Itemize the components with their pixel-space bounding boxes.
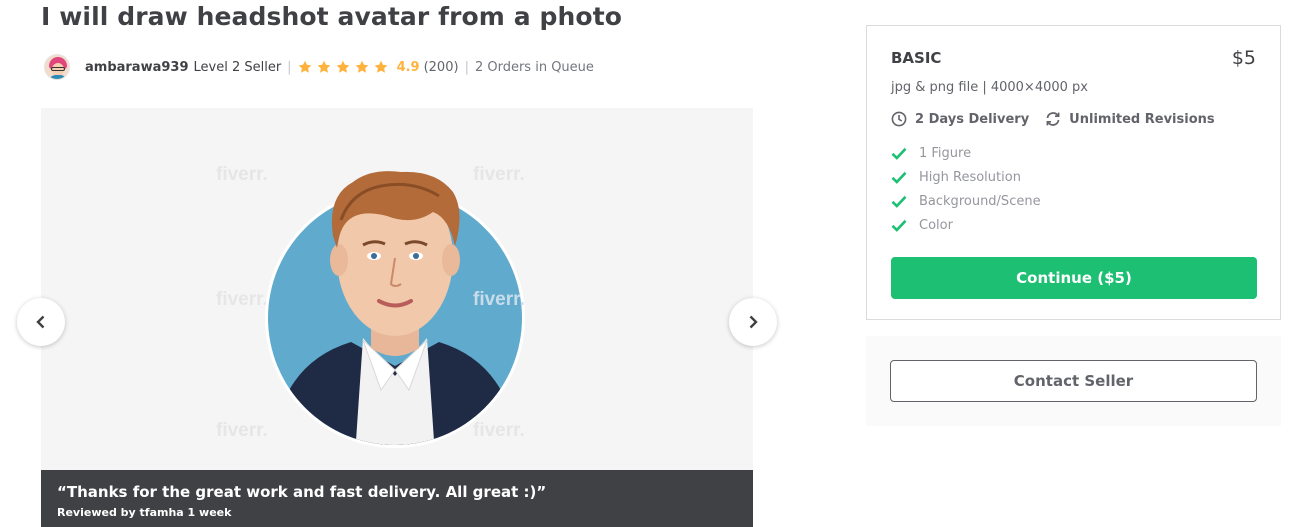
check-icon — [891, 219, 907, 232]
review-count[interactable]: (200) — [424, 60, 459, 75]
orders-in-queue: 2 Orders in Queue — [474, 59, 594, 75]
package-description: jpg & png file | 4000×4000 px — [891, 80, 1088, 95]
feature-item: High Resolution — [891, 165, 1041, 189]
reviewer-line: Reviewed by tfamha 1 week — [57, 506, 232, 519]
review-caption: “Thanks for the great work and fast deli… — [41, 470, 753, 527]
continue-button[interactable]: Continue ($5) — [891, 257, 1257, 299]
watermark: fiverr. — [473, 420, 525, 441]
star-icon — [317, 60, 330, 73]
chevron-left-icon — [36, 315, 45, 329]
delivery-time: 2 Days Delivery — [891, 111, 1029, 127]
revisions: Unlimited Revisions — [1045, 111, 1215, 127]
watermark: fiverr. — [216, 420, 268, 441]
package-card: BASIC $5 jpg & png file | 4000×4000 px 2… — [866, 25, 1281, 320]
check-icon — [891, 147, 907, 160]
check-icon — [891, 195, 907, 208]
review-quote: “Thanks for the great work and fast deli… — [57, 483, 547, 501]
contact-seller-button[interactable]: Contact Seller — [890, 360, 1257, 402]
delivery-label: 2 Days Delivery — [915, 111, 1030, 127]
watermark: fiverr. — [216, 164, 268, 185]
star-icon — [336, 60, 349, 73]
package-meta: 2 Days Delivery Unlimited Revisions — [891, 111, 1231, 127]
gig-title: I will draw headshot avatar from a photo — [41, 2, 623, 31]
clock-icon — [891, 111, 907, 127]
star-icon — [374, 60, 387, 73]
star-icon — [298, 60, 311, 73]
feature-list: 1 Figure High Resolution Background/Scen… — [891, 141, 1041, 237]
contact-panel: Contact Seller — [866, 336, 1281, 426]
gallery-next-button[interactable] — [729, 298, 777, 346]
gig-gallery: fiverr. fiverr. fiverr. fiverr. fiverr. … — [41, 108, 753, 527]
watermark: fiverr. — [216, 289, 268, 310]
divider: | — [464, 59, 469, 75]
refresh-icon — [1046, 112, 1060, 126]
revisions-label: Unlimited Revisions — [1069, 111, 1215, 127]
package-price: $5 — [1231, 47, 1256, 69]
package-name: BASIC — [891, 49, 942, 67]
divider: | — [287, 59, 292, 75]
seller-avatar[interactable] — [44, 54, 70, 80]
watermark: fiverr. — [473, 289, 525, 310]
feature-item: Background/Scene — [891, 189, 1041, 213]
chevron-right-icon — [749, 315, 758, 329]
gallery-prev-button[interactable] — [17, 298, 65, 346]
star-rating — [298, 60, 393, 74]
gig-image[interactable]: fiverr. fiverr. fiverr. fiverr. fiverr. … — [41, 108, 753, 470]
seller-username[interactable]: ambarawa939 — [85, 60, 189, 75]
rating-score: 4.9 — [396, 59, 420, 75]
watermark: fiverr. — [473, 164, 525, 185]
feature-item: Color — [891, 213, 1041, 237]
feature-item: 1 Figure — [891, 141, 1041, 165]
seller-overview: ambarawa939 Level 2 Seller | 4.9 (200) |… — [44, 52, 594, 82]
star-icon — [355, 60, 368, 73]
seller-level: Level 2 Seller — [193, 59, 282, 75]
check-icon — [891, 171, 907, 184]
